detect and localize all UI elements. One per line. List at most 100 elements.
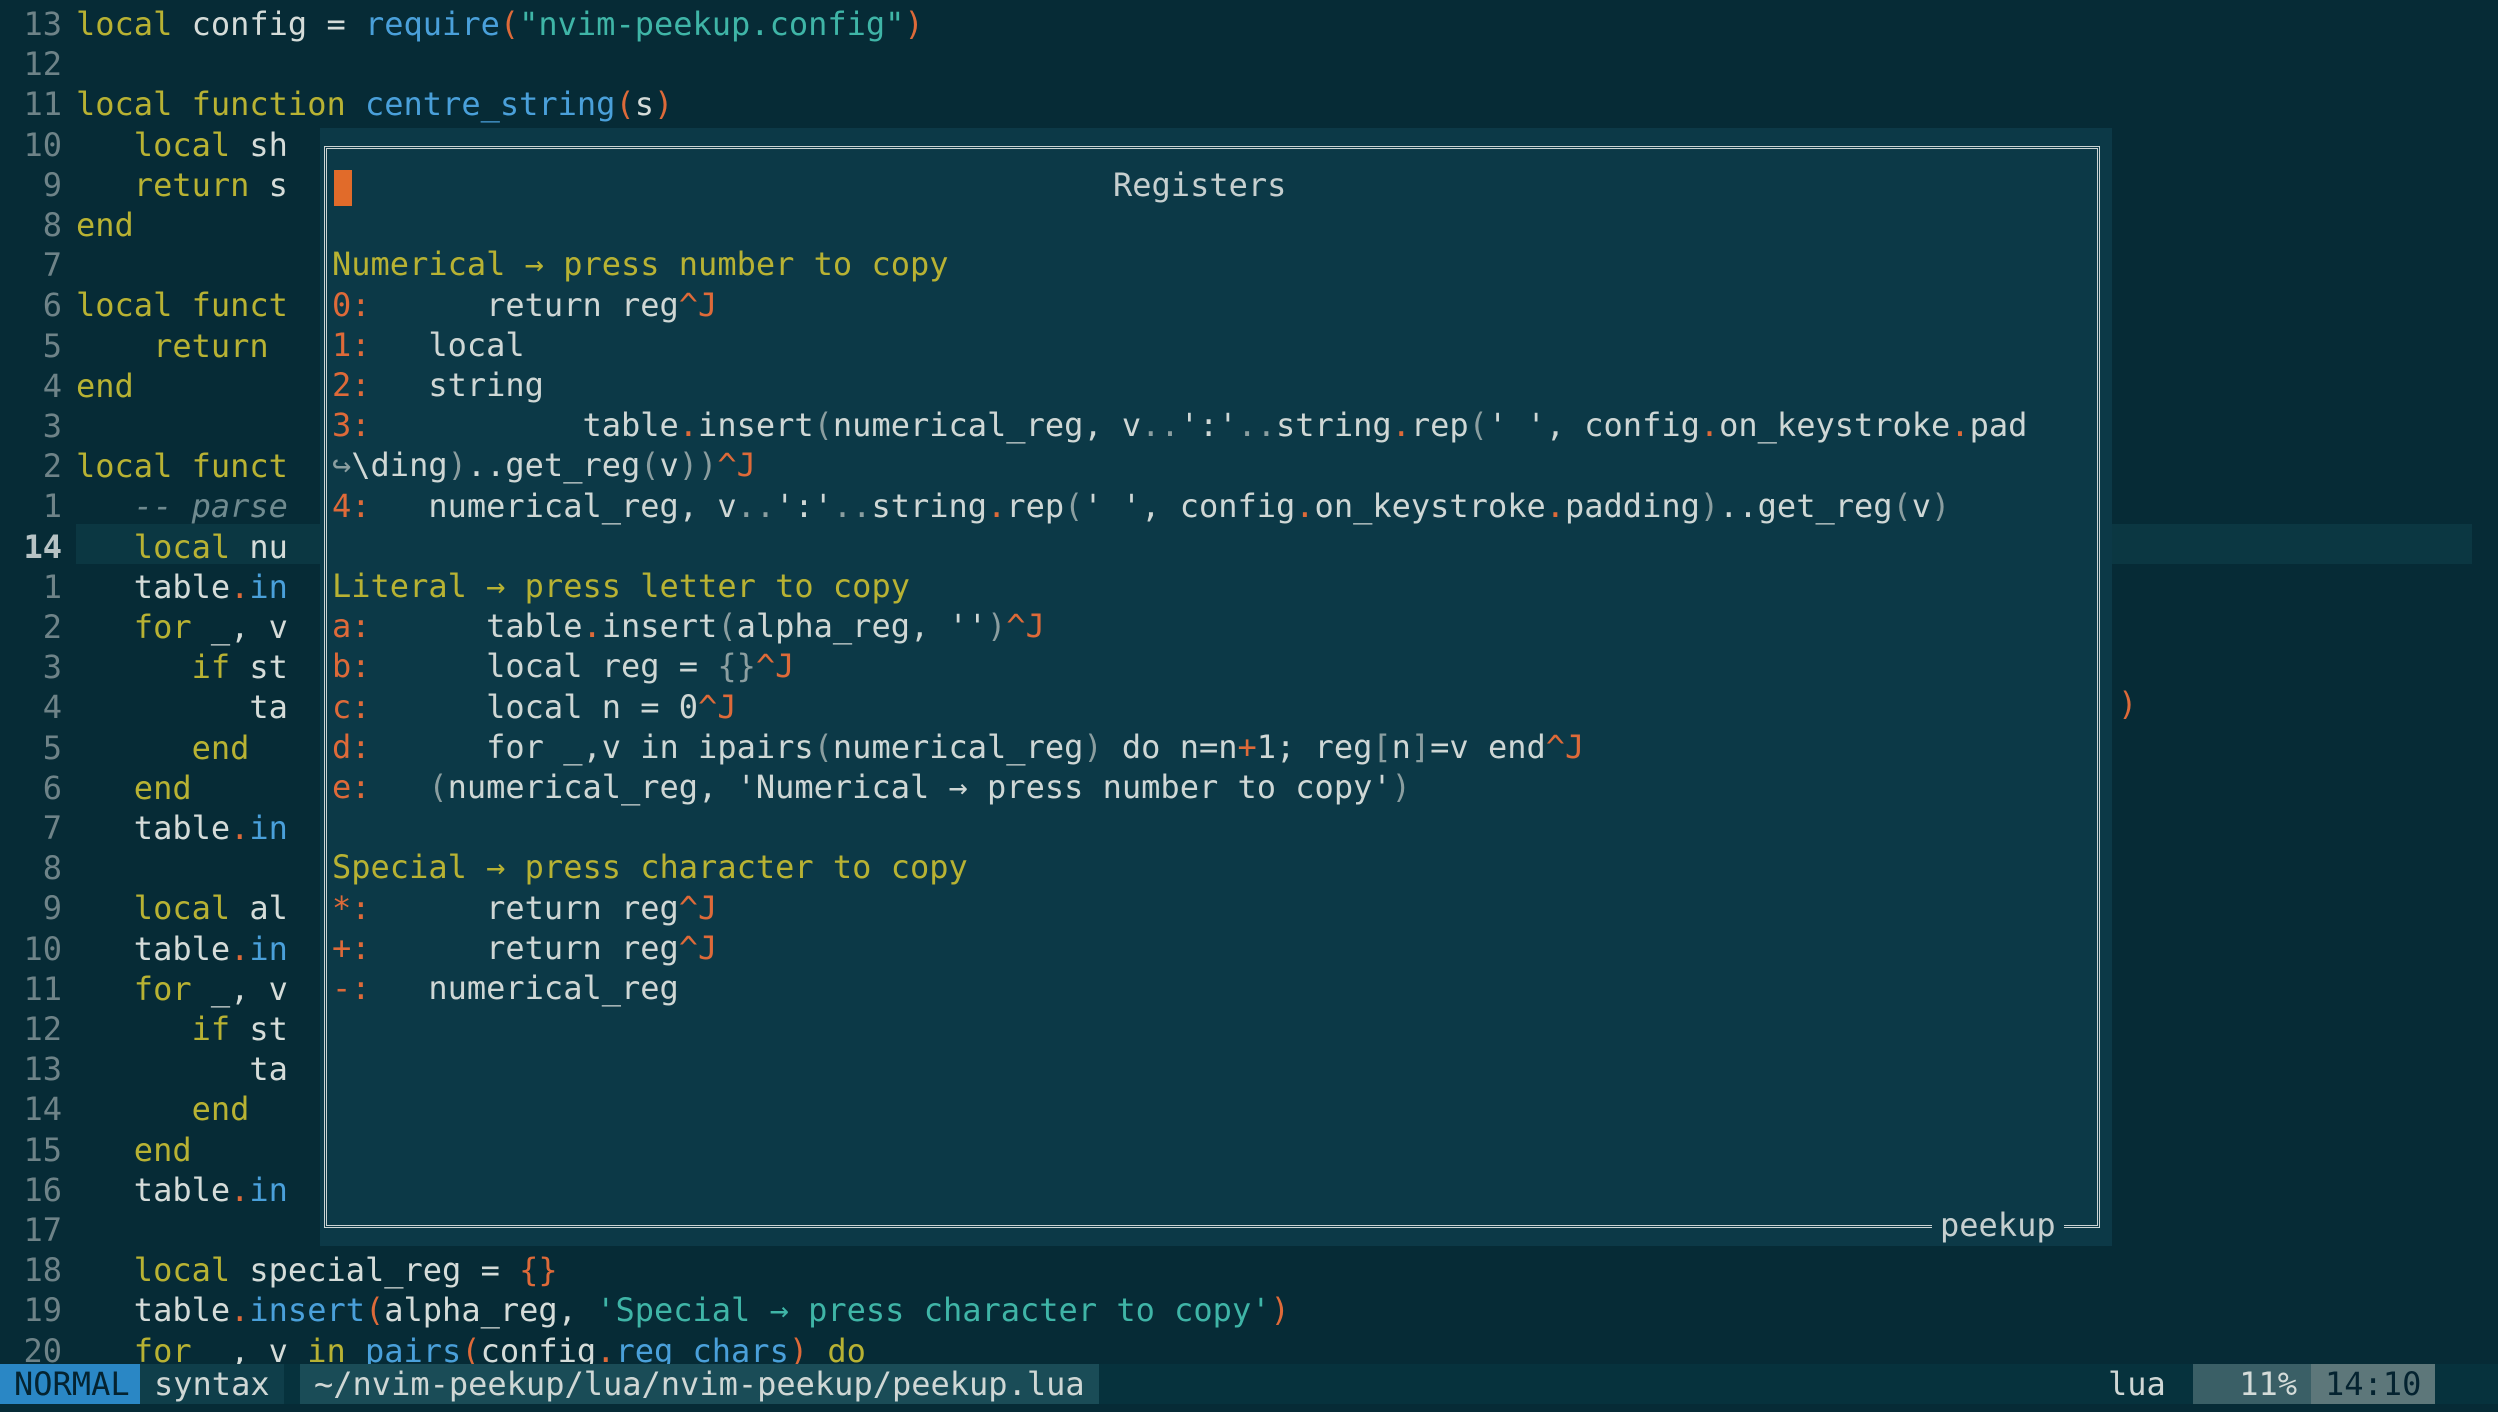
editor-line[interactable]: 4 end bbox=[0, 366, 134, 406]
register-text: pad bbox=[1969, 406, 2028, 445]
command-line[interactable] bbox=[0, 1404, 2498, 1412]
register-text: .. bbox=[736, 486, 776, 525]
editor-line[interactable]: 16 table.in bbox=[0, 1170, 288, 1210]
register-key: *: bbox=[332, 888, 371, 927]
line-number: 14 bbox=[23, 527, 62, 566]
register-text: table bbox=[370, 607, 583, 646]
editor-line[interactable]: 1 -- parse bbox=[0, 486, 288, 526]
filetype-indicator: lua bbox=[2108, 1365, 2166, 1403]
editor-line[interactable]: 6 end bbox=[0, 768, 192, 808]
register-entry[interactable]: 2: string bbox=[332, 365, 544, 405]
register-entry[interactable]: 1: local bbox=[332, 325, 525, 365]
register-entry[interactable]: b: local reg = {}^J bbox=[332, 646, 794, 686]
overflow-paren: ) bbox=[2118, 685, 2138, 723]
editor-line[interactable]: 12 bbox=[0, 44, 76, 84]
code-token: for bbox=[76, 969, 211, 1008]
editor-line[interactable]: 8 bbox=[0, 848, 76, 888]
line-number: 8 bbox=[42, 849, 62, 888]
editor-line[interactable]: 12 if st bbox=[0, 1009, 287, 1049]
line-number: 12 bbox=[23, 1010, 62, 1048]
register-text: string bbox=[370, 366, 544, 404]
code-token: end bbox=[76, 1130, 192, 1169]
line-number: 7 bbox=[42, 246, 62, 285]
register-section-header: Numerical → press number to copy bbox=[332, 244, 949, 284]
code-token: _, v bbox=[210, 969, 288, 1008]
register-text: return reg bbox=[370, 888, 679, 927]
register-text: )) bbox=[678, 446, 718, 485]
editor-line[interactable]: 19 table.insert(alpha_reg, 'Special → pr… bbox=[0, 1290, 1289, 1330]
register-entry[interactable]: a: table.insert(alpha_reg, '')^J bbox=[332, 606, 1045, 646]
editor-line[interactable]: 15 end bbox=[0, 1130, 192, 1170]
code-token: {} bbox=[519, 1251, 558, 1290]
register-entry[interactable]: 3: table.insert(numerical_reg, v..':'..s… bbox=[332, 405, 2027, 445]
code-token: -- parse bbox=[76, 487, 288, 526]
editor-line[interactable]: 9 return s bbox=[0, 165, 288, 205]
register-entry[interactable]: c: local n = 0^J bbox=[332, 687, 737, 727]
editor-line[interactable]: 7 bbox=[0, 245, 76, 285]
register-entry[interactable]: *: return reg^J bbox=[332, 888, 717, 928]
register-text: 1; reg bbox=[1256, 727, 1373, 766]
register-text: numerical_reg, 'Numerical → press number… bbox=[447, 768, 1392, 806]
register-text: ( bbox=[428, 768, 448, 806]
register-text: .. bbox=[1141, 406, 1180, 445]
editor-line[interactable]: 8 end bbox=[0, 205, 134, 245]
line-number: 6 bbox=[42, 768, 62, 807]
register-key: + bbox=[1237, 727, 1257, 766]
editor-line[interactable]: 11 for _, v bbox=[0, 969, 288, 1009]
editor-line[interactable]: 9 local al bbox=[0, 888, 288, 928]
register-key: . bbox=[1950, 406, 1970, 445]
editor-line[interactable]: 5 return bbox=[0, 326, 288, 366]
editor-line[interactable]: 14 end bbox=[0, 1089, 249, 1129]
editor-line[interactable]: 1 table.in bbox=[0, 567, 288, 607]
code-token: "nvim-peekup.config" bbox=[519, 5, 905, 43]
register-key: ^J bbox=[1006, 607, 1045, 646]
register-text: ) bbox=[1391, 768, 1411, 806]
line-number: 10 bbox=[23, 125, 62, 164]
editor-line[interactable]: 7 table.in bbox=[0, 808, 288, 848]
register-key: . bbox=[1391, 406, 1411, 445]
register-entry[interactable]: 4: numerical_reg, v..':'..string.rep(' '… bbox=[332, 486, 1950, 526]
register-text: .. bbox=[466, 446, 506, 485]
register-entry[interactable]: ↪\ding)..get_reg(v))^J bbox=[332, 445, 756, 485]
editor-line[interactable]: 14 local nu bbox=[0, 527, 287, 567]
register-text: insert bbox=[601, 607, 718, 646]
code-token: ( bbox=[364, 1291, 385, 1330]
editor-line[interactable]: 13 local config = require("nvim-peekup.co… bbox=[0, 4, 923, 44]
register-key: 0: bbox=[332, 285, 371, 324]
editor-line[interactable]: 6 local funct bbox=[0, 285, 288, 325]
editor-line[interactable]: 13 ta bbox=[0, 1049, 287, 1089]
code-token: return bbox=[76, 165, 269, 204]
register-entry[interactable]: d: for _,v in ipairs(numerical_reg) do n… bbox=[332, 727, 1584, 767]
register-text bbox=[371, 768, 429, 806]
editor-line[interactable]: 2 local funct bbox=[0, 446, 288, 486]
register-key: ^J bbox=[698, 687, 737, 726]
line-number: 9 bbox=[42, 889, 62, 928]
code-token: 'Special → press character to copy' bbox=[596, 1291, 1271, 1330]
register-entry[interactable]: 0: return reg^J bbox=[332, 285, 717, 325]
editor-line[interactable]: 3 if st bbox=[0, 647, 288, 687]
register-entry[interactable]: e: (numerical_reg, 'Numerical → press nu… bbox=[332, 767, 1411, 807]
line-number: 11 bbox=[23, 969, 62, 1008]
editor-line[interactable]: 2 for _, v bbox=[0, 607, 288, 647]
code-token: local bbox=[76, 527, 250, 566]
code-token: end bbox=[76, 728, 250, 767]
editor-line[interactable]: 11 local function centre_string(s) bbox=[0, 84, 673, 124]
editor-line[interactable]: 18 local special_reg = {} bbox=[0, 1250, 558, 1290]
code-token: end bbox=[76, 1090, 250, 1129]
register-entry[interactable]: +: return reg^J bbox=[332, 928, 717, 968]
register-text: on_keystroke bbox=[1719, 406, 1951, 445]
code-token: _, v bbox=[210, 608, 288, 646]
editor-line[interactable]: 10 table.in bbox=[0, 929, 287, 969]
code-token: end bbox=[76, 366, 134, 405]
register-entry[interactable]: -: numerical_reg bbox=[332, 968, 679, 1008]
editor-line[interactable]: 10 local sh bbox=[0, 125, 287, 165]
register-text: table bbox=[370, 406, 679, 445]
editor-line[interactable]: 17 bbox=[0, 1210, 76, 1250]
editor-line[interactable]: 3 bbox=[0, 406, 76, 446]
code-token: in bbox=[249, 1170, 288, 1209]
editor-line[interactable]: 4 ta bbox=[0, 687, 288, 727]
code-token: local function bbox=[76, 85, 365, 124]
code-token: for bbox=[76, 608, 211, 646]
editor-line[interactable]: 5 end bbox=[0, 728, 250, 768]
code-token: local bbox=[76, 889, 250, 928]
